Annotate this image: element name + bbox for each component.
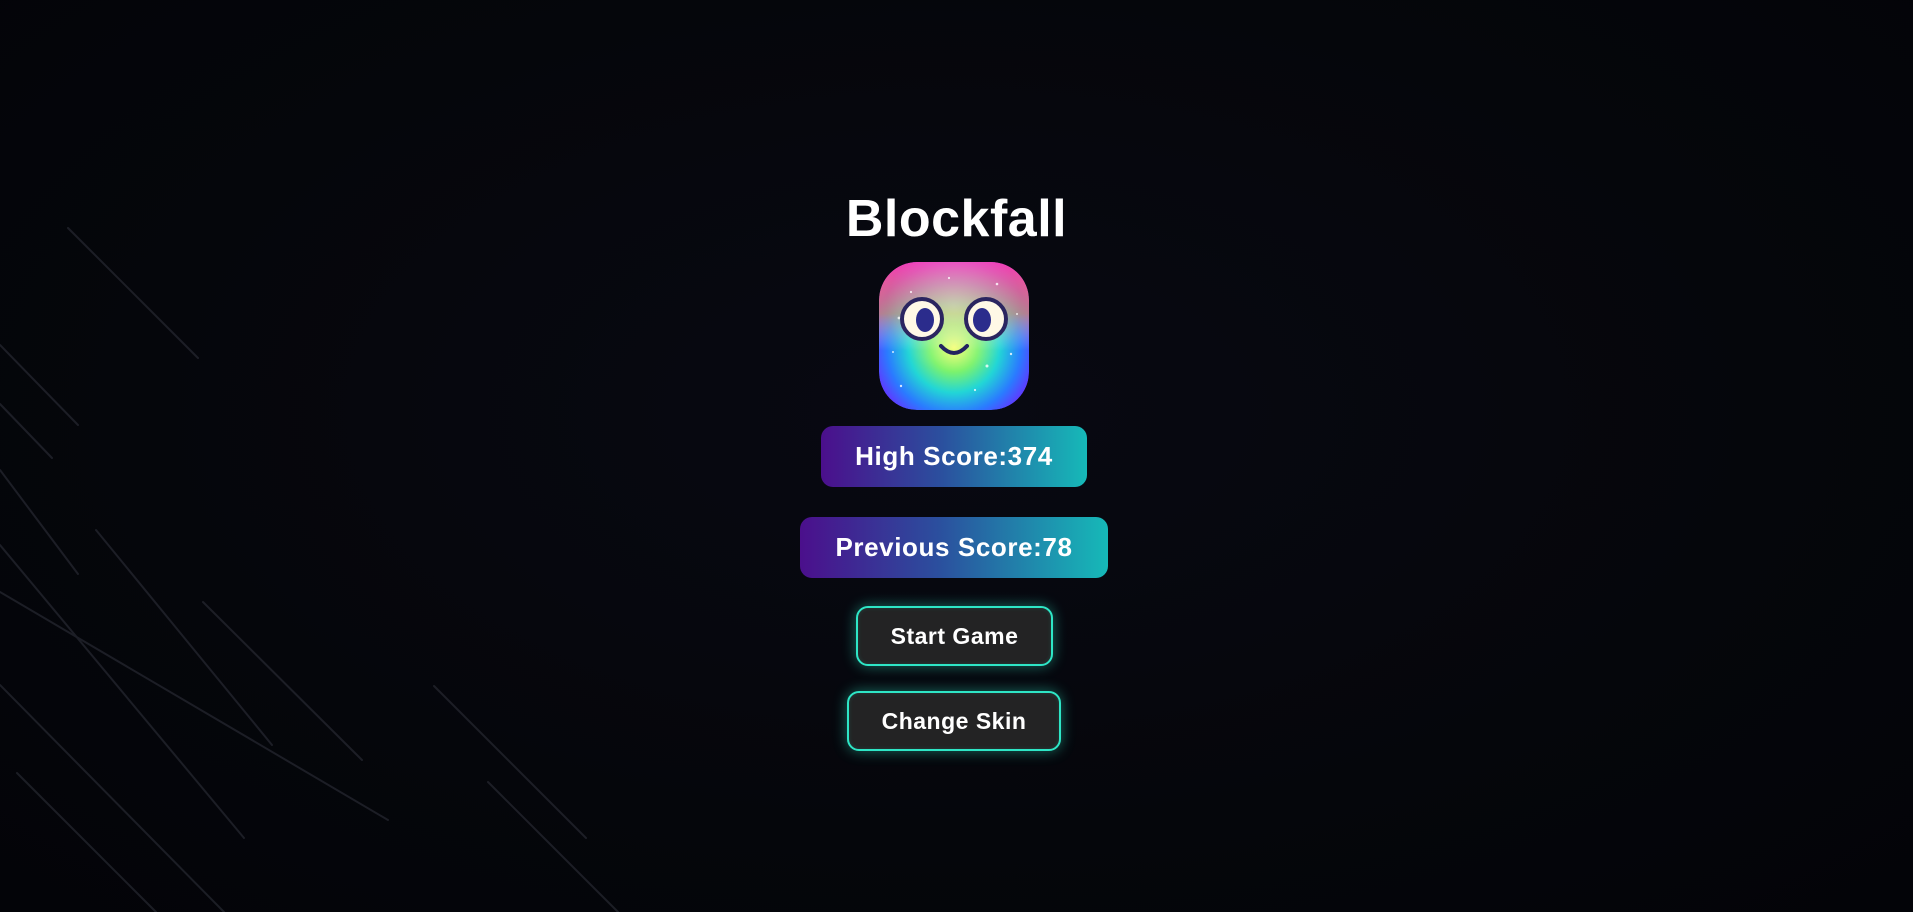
change-skin-button[interactable]: Change Skin <box>847 691 1061 751</box>
start-game-button[interactable]: Start Game <box>856 606 1053 666</box>
game-menu-screen: Blockfall High Score:374 Previous Score:… <box>0 0 1913 912</box>
rainbow-smiley-block-icon <box>879 262 1029 410</box>
previous-score-value: 78 <box>1042 532 1073 562</box>
previous-score-badge: Previous Score:78 <box>800 517 1108 578</box>
high-score-label: High Score: <box>855 441 1008 471</box>
high-score-badge: High Score:374 <box>821 426 1087 487</box>
game-title: Blockfall <box>845 190 1068 248</box>
previous-score-label: Previous Score: <box>835 532 1043 562</box>
main-menu: Blockfall High Score:374 Previous Score:… <box>0 0 1913 912</box>
high-score-value: 374 <box>1007 441 1053 471</box>
